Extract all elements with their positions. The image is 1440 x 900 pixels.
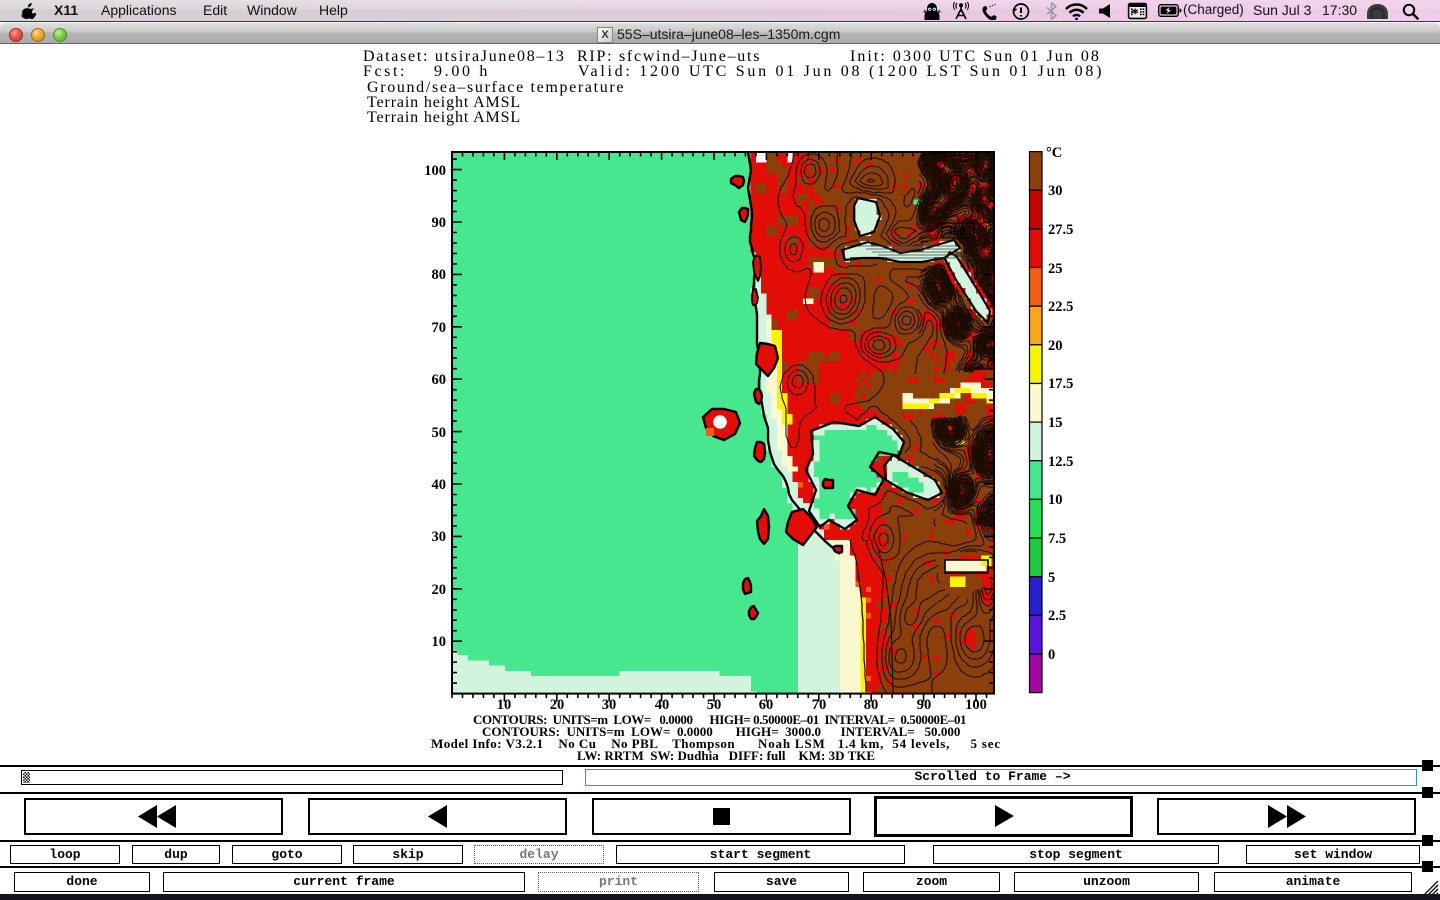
svg-text:10: 10: [497, 697, 512, 713]
svg-text:80: 80: [864, 697, 879, 713]
svg-text:60: 60: [759, 697, 774, 713]
svg-text:70: 70: [432, 320, 447, 336]
svg-text:30: 30: [602, 697, 617, 713]
svg-text:25: 25: [1048, 261, 1063, 277]
svg-text:10: 10: [1048, 492, 1063, 508]
svg-text:12.5: 12.5: [1048, 454, 1073, 470]
svg-text:100: 100: [965, 697, 987, 713]
svg-text:70: 70: [812, 697, 827, 713]
svg-text:90: 90: [917, 697, 932, 713]
svg-text:40: 40: [432, 477, 447, 493]
svg-text:5: 5: [1048, 570, 1055, 586]
svg-text:°C: °C: [1046, 145, 1062, 161]
svg-text:7.5: 7.5: [1048, 531, 1066, 547]
svg-text:100: 100: [424, 163, 446, 179]
svg-text:10: 10: [432, 634, 447, 650]
svg-text:30: 30: [432, 529, 447, 545]
svg-text:50: 50: [707, 697, 722, 713]
svg-text:20: 20: [1048, 338, 1063, 354]
svg-text:40: 40: [655, 697, 670, 713]
svg-text:20: 20: [550, 697, 565, 713]
svg-text:60: 60: [432, 372, 447, 388]
svg-text:17.5: 17.5: [1048, 376, 1073, 392]
svg-text:2.5: 2.5: [1048, 608, 1066, 624]
svg-text:0: 0: [1048, 647, 1055, 663]
svg-text:300: 300: [946, 223, 966, 238]
svg-text:27.5: 27.5: [1048, 222, 1073, 238]
svg-text:22.5: 22.5: [1048, 299, 1073, 315]
svg-text:80: 80: [432, 267, 447, 283]
svg-text:20: 20: [432, 582, 447, 598]
svg-text:30: 30: [1048, 183, 1063, 199]
svg-text:50: 50: [432, 425, 447, 441]
svg-text:90: 90: [432, 215, 447, 231]
svg-text:15: 15: [1048, 415, 1063, 431]
